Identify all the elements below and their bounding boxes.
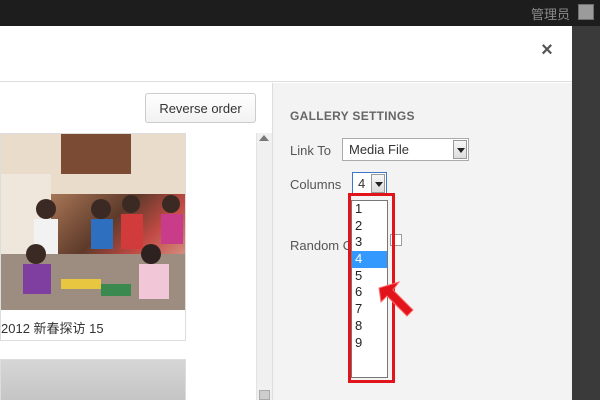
chevron-down-icon[interactable] — [453, 140, 467, 159]
close-icon[interactable]: × — [537, 40, 557, 60]
thumbnail-caption: 2012 新春探访 15 — [1, 321, 104, 336]
gallery-content: Reverse order 2012 新春探访 15 — [0, 83, 272, 400]
gallery-thumbnails: 2012 新春探访 15 — [0, 133, 256, 400]
random-order-label: Random O — [290, 238, 353, 253]
columns-label: Columns — [290, 177, 342, 192]
chevron-down-icon[interactable] — [371, 174, 385, 193]
link-to-value: Media File — [349, 142, 409, 157]
gallery-settings-panel: GALLERY SETTINGS Link To Media File Colu… — [272, 83, 572, 400]
gallery-settings-title: GALLERY SETTINGS — [290, 109, 415, 123]
gallery-item[interactable] — [0, 359, 186, 400]
admin-bar: 管理员 — [0, 0, 600, 26]
columns-select[interactable]: 4 — [352, 172, 387, 195]
columns-value: 4 — [358, 176, 366, 191]
link-to-select[interactable]: Media File — [342, 138, 469, 161]
modal-backdrop — [572, 26, 600, 400]
annotation-arrow-icon — [378, 281, 414, 317]
modal-header: × — [0, 26, 572, 82]
gallery-toolbar: Reverse order — [0, 83, 272, 133]
reverse-order-button[interactable]: Reverse order — [145, 93, 256, 123]
avatar[interactable] — [578, 4, 594, 20]
gallery-item[interactable]: 2012 新春探访 15 — [0, 133, 186, 341]
scroll-up-icon[interactable] — [259, 135, 269, 141]
scroll-down-button[interactable] — [259, 390, 270, 400]
media-modal: × Reverse order 2012 新春探访 15 GALLERY SET… — [0, 26, 572, 400]
link-to-label: Link To — [290, 143, 331, 158]
admin-user-name[interactable]: 管理员 — [531, 4, 570, 23]
scrollbar[interactable] — [256, 133, 272, 400]
thumbnail-image[interactable] — [1, 134, 185, 310]
